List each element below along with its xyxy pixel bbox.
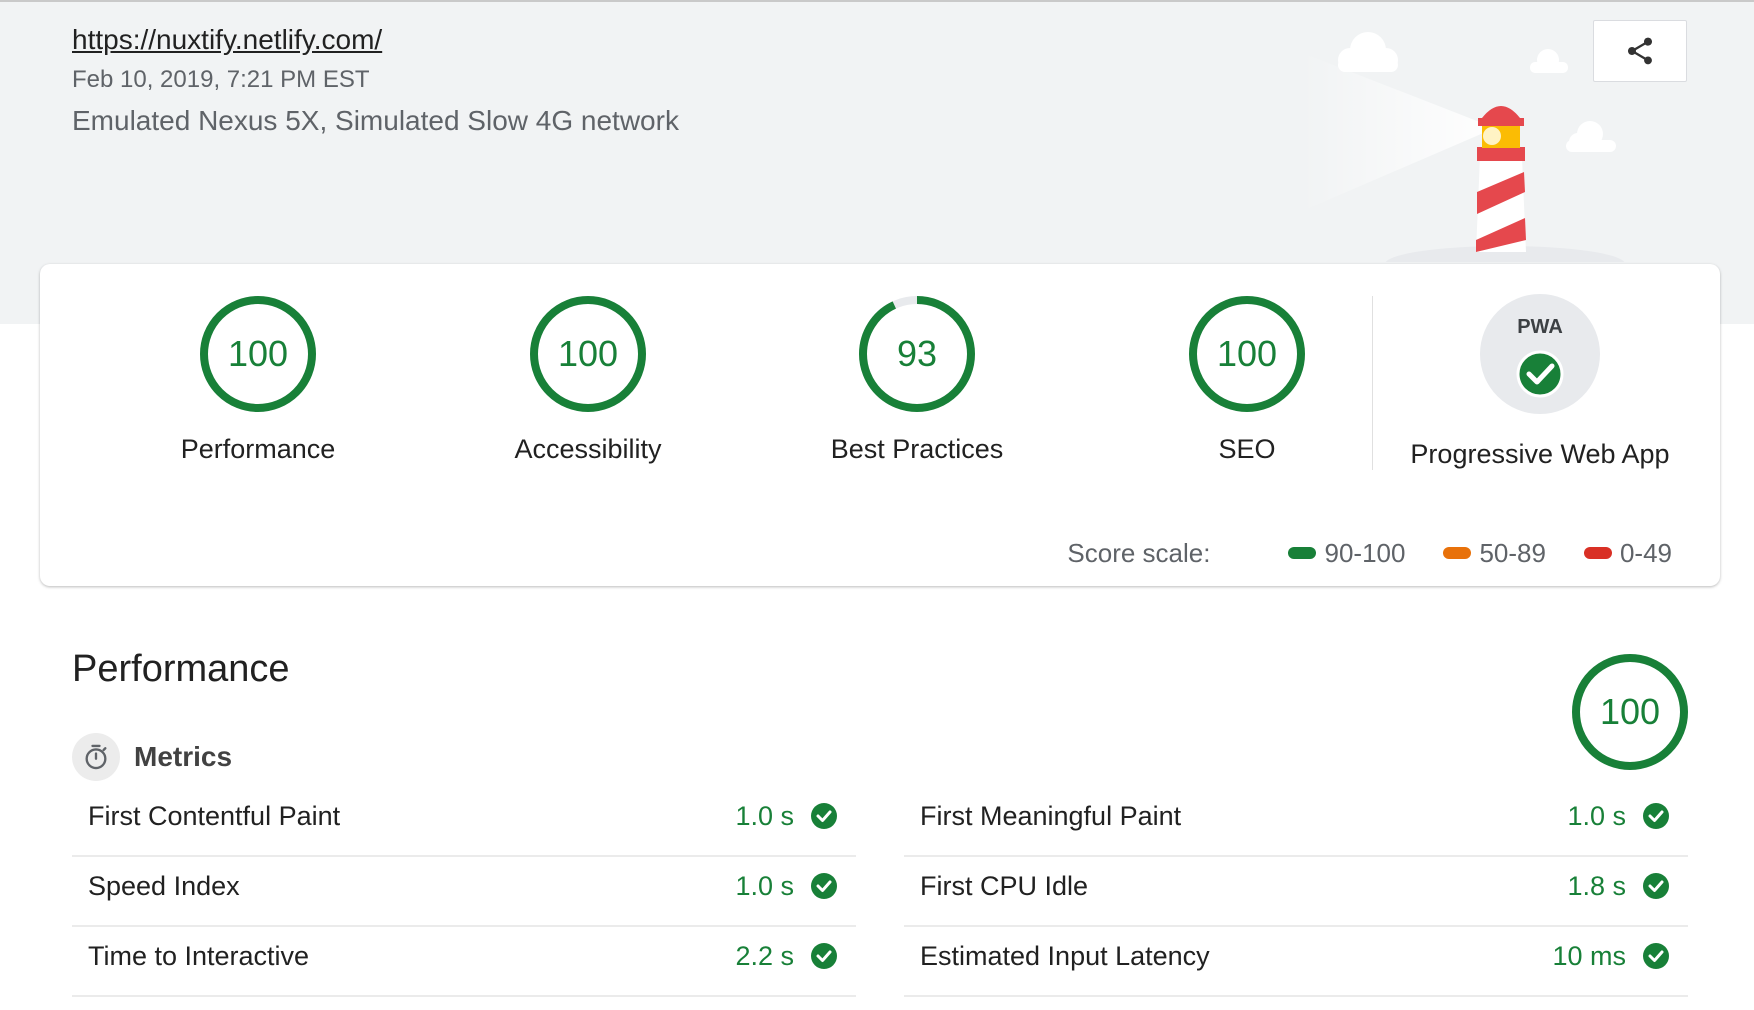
score-summary-card: 100 Performance 100 Accessibility 93 Bes… bbox=[40, 264, 1720, 586]
metrics-header: Metrics bbox=[72, 733, 232, 781]
checkmark-icon bbox=[1643, 943, 1669, 969]
pwa-logo-icon: PWA bbox=[1517, 316, 1563, 338]
metric-value: 2.2 s bbox=[735, 941, 794, 971]
metric-row-first-contentful-paint[interactable]: First Contentful Paint 1.0 s bbox=[72, 787, 856, 857]
pass-indicator-icon bbox=[1288, 547, 1317, 559]
seo-score-value: 100 bbox=[1217, 333, 1277, 374]
lighthouse-illustration bbox=[1300, 32, 1625, 262]
checkmark-icon bbox=[1643, 803, 1669, 829]
score-scale-legend: Score scale: 90-100 50-89 0-49 bbox=[1067, 538, 1672, 568]
metric-name: First Meaningful Paint bbox=[920, 801, 1182, 831]
average-indicator-icon bbox=[1443, 547, 1472, 559]
accessibility-label: Accessibility bbox=[514, 434, 662, 464]
metric-name: First CPU Idle bbox=[920, 871, 1089, 901]
report-timestamp: Feb 10, 2019, 7:21 PM EST bbox=[72, 66, 370, 93]
performance-section-score-gauge: 100 bbox=[1572, 654, 1688, 770]
checkmark-icon bbox=[1643, 873, 1669, 899]
metrics-list-left: First Contentful Paint 1.0 s Speed Index… bbox=[72, 787, 856, 997]
metric-value: 1.0 s bbox=[1567, 801, 1626, 831]
share-button[interactable] bbox=[1593, 20, 1687, 82]
gauge-seo[interactable]: 100 SEO bbox=[1137, 294, 1357, 465]
pwa-label: Progressive Web App bbox=[1410, 439, 1670, 469]
stopwatch-icon bbox=[72, 733, 120, 781]
gauge-pwa[interactable]: PWA Progressive Web App bbox=[1380, 294, 1700, 470]
metric-row-time-to-interactive[interactable]: Time to Interactive 2.2 s bbox=[72, 927, 856, 997]
seo-score-gauge: 100 bbox=[1189, 296, 1305, 412]
metric-value: 10 ms bbox=[1552, 941, 1626, 971]
lighthouse-report: https://nuxtify.netlify.com/ Feb 10, 201… bbox=[0, 0, 1754, 1010]
accessibility-score-gauge: 100 bbox=[530, 296, 646, 412]
metric-name: Estimated Input Latency bbox=[920, 941, 1210, 971]
performance-label: Performance bbox=[180, 434, 336, 464]
metric-row-estimated-input-latency[interactable]: Estimated Input Latency 10 ms bbox=[904, 927, 1688, 997]
share-icon bbox=[1628, 37, 1652, 65]
gauge-performance[interactable]: 100 Performance bbox=[148, 294, 368, 465]
metric-name: First Contentful Paint bbox=[88, 801, 341, 831]
performance-section-title: Performance bbox=[72, 648, 290, 690]
best-practices-score-gauge: 93 bbox=[859, 296, 975, 412]
metric-row-speed-index[interactable]: Speed Index 1.0 s bbox=[72, 857, 856, 927]
checkmark-icon bbox=[811, 803, 837, 829]
metric-value: 1.8 s bbox=[1567, 871, 1626, 901]
report-url-link[interactable]: https://nuxtify.netlify.com/ bbox=[72, 24, 382, 56]
score-scale-average: 50-89 bbox=[1443, 538, 1546, 569]
metric-value: 1.0 s bbox=[735, 871, 794, 901]
metrics-list-right: First Meaningful Paint 1.0 s First CPU I… bbox=[904, 787, 1688, 997]
best-practices-label: Best Practices bbox=[830, 434, 1004, 464]
score-scale-fail-range: 0-49 bbox=[1619, 537, 1672, 568]
score-scale-fail: 0-49 bbox=[1583, 537, 1672, 569]
gauge-divider bbox=[1372, 296, 1373, 470]
metric-value: 1.0 s bbox=[735, 801, 794, 831]
score-scale-pass: 90-100 bbox=[1288, 538, 1405, 569]
seo-label: SEO bbox=[1218, 434, 1276, 464]
metric-row-first-meaningful-paint[interactable]: First Meaningful Paint 1.0 s bbox=[904, 787, 1688, 857]
checkmark-icon bbox=[811, 873, 837, 899]
checkmark-icon bbox=[811, 943, 837, 969]
score-scale-average-range: 50-89 bbox=[1479, 537, 1546, 568]
report-device-info: Emulated Nexus 5X, Simulated Slow 4G net… bbox=[72, 105, 679, 136]
fail-indicator-icon bbox=[1583, 547, 1612, 559]
gauge-best-practices[interactable]: 93 Best Practices bbox=[807, 294, 1027, 465]
metric-name: Time to Interactive bbox=[88, 941, 310, 971]
metric-name: Speed Index bbox=[88, 871, 240, 901]
metric-row-first-cpu-idle[interactable]: First CPU Idle 1.8 s bbox=[904, 857, 1688, 927]
gauge-accessibility[interactable]: 100 Accessibility bbox=[478, 294, 698, 465]
pwa-badge: PWA bbox=[1480, 294, 1600, 414]
accessibility-score-value: 100 bbox=[558, 333, 618, 374]
performance-section-score-value: 100 bbox=[1600, 691, 1660, 732]
performance-score-value: 100 bbox=[228, 333, 288, 374]
score-scale-pass-range: 90-100 bbox=[1324, 537, 1406, 568]
best-practices-score-value: 93 bbox=[897, 333, 937, 374]
metrics-title: Metrics bbox=[134, 741, 233, 772]
performance-section-gauge: 100 bbox=[1570, 652, 1690, 777]
performance-score-gauge: 100 bbox=[200, 296, 316, 412]
score-scale-title: Score scale: bbox=[1067, 537, 1211, 568]
checkmark-icon bbox=[1516, 350, 1564, 398]
